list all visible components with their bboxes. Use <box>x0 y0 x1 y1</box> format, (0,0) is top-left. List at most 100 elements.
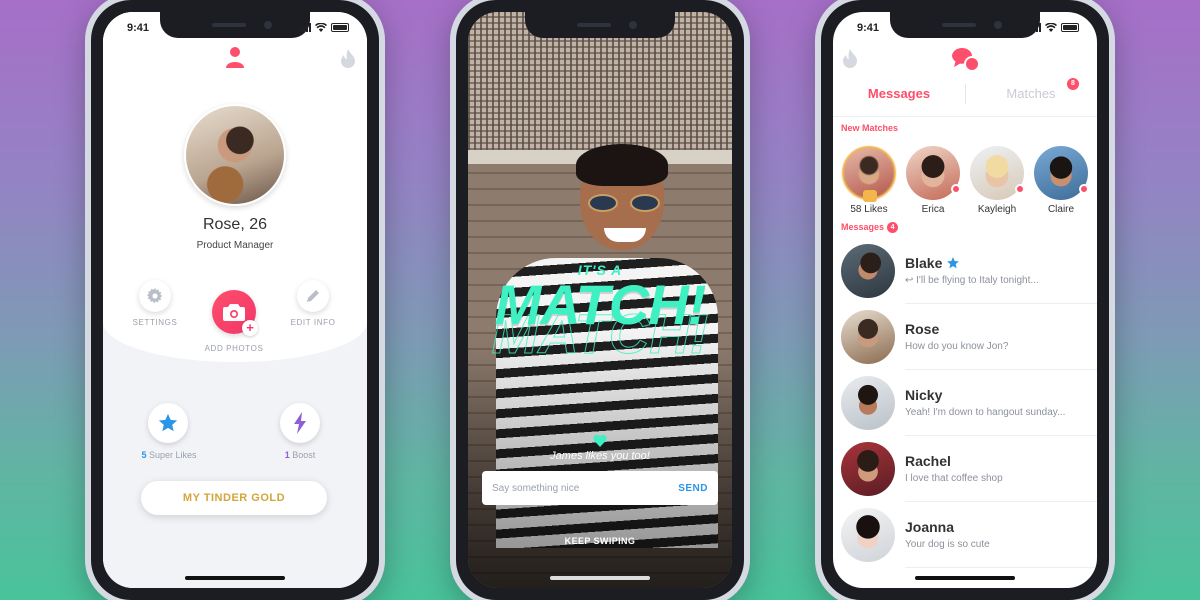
boost-text: 1 Boost <box>270 450 330 460</box>
conversation-row[interactable]: Joanna Your dog is so cute <box>833 502 1097 568</box>
status-time: 9:41 <box>857 22 880 34</box>
conversation-name: Rachel <box>905 453 951 469</box>
message-input[interactable] <box>492 482 679 494</box>
avatar <box>841 244 895 298</box>
phone-bezel: 9:41 Messages Matches 8 New Matches 58 L… <box>821 0 1109 600</box>
conversation-name: Rose <box>905 321 940 337</box>
gold-heart-icon <box>863 190 877 202</box>
send-button[interactable]: SEND <box>678 483 708 494</box>
flame-icon[interactable] <box>841 48 859 68</box>
phone-profile: 9:41 Rose, 26 Product Manager SETTINGS +… <box>85 0 385 600</box>
messages-heading-label: Messages <box>841 222 885 232</box>
bolt-icon <box>294 412 306 434</box>
new-match-label: Kayleigh <box>977 204 1017 215</box>
profile-avatar[interactable] <box>184 104 286 206</box>
new-matches-heading: New Matches <box>841 123 899 133</box>
settings-button[interactable] <box>139 280 171 312</box>
tab-bar: Messages Matches 8 <box>833 78 1097 116</box>
conversation-row[interactable]: Rose How do you know Jon? <box>833 304 1097 370</box>
super-likes-label: Super Likes <box>149 450 197 460</box>
boost-label: Boost <box>292 450 316 460</box>
new-match-item[interactable]: Erica <box>905 146 961 222</box>
tinder-gold-button[interactable]: MY TINDER GOLD <box>141 481 327 515</box>
unread-dot <box>1015 184 1025 194</box>
phone-messages: 9:41 Messages Matches 8 New Matches 58 L… <box>815 0 1115 600</box>
profile-icon[interactable] <box>225 46 245 68</box>
messages-badge: 4 <box>887 222 899 234</box>
messages-screen: 9:41 Messages Matches 8 New Matches 58 L… <box>833 12 1097 588</box>
home-indicator <box>550 576 650 580</box>
notch <box>890 12 1040 38</box>
pencil-icon <box>307 290 319 302</box>
conversation-preview: How do you know Jon? <box>905 341 1009 352</box>
flame-icon[interactable] <box>339 48 357 68</box>
new-match-label: Claire <box>1047 204 1075 215</box>
edit-info-label: EDIT INFO <box>290 318 336 327</box>
wifi-icon <box>315 23 327 32</box>
new-match-item[interactable]: Claire <box>1033 146 1089 222</box>
plus-icon: + <box>242 320 258 336</box>
likes-you-too-text: James likes you too! <box>550 450 650 462</box>
notch <box>525 12 675 38</box>
conversation-row[interactable]: Nicky Yeah! I'm down to hangout sunday..… <box>833 370 1097 436</box>
battery-icon <box>331 23 349 32</box>
profile-job: Product Manager <box>196 240 274 251</box>
new-matches-row: 58 Likes Erica Kayleigh Claire <box>841 146 1097 222</box>
signal-icon <box>300 23 311 32</box>
phone-match: IT'S A MATCH! MATCH! James likes you too… <box>450 0 750 600</box>
unread-dot <box>1079 184 1089 194</box>
super-likes-button[interactable] <box>148 403 188 443</box>
message-box: SEND <box>482 471 718 505</box>
tab-matches-label: Matches <box>1006 86 1056 101</box>
avatar <box>841 310 895 364</box>
conversation-preview: Your dog is so cute <box>905 539 990 550</box>
settings-label: SETTINGS <box>132 318 178 327</box>
gear-icon <box>147 288 163 304</box>
conversation-name: Joanna <box>905 519 955 535</box>
tab-messages[interactable]: Messages <box>833 82 965 116</box>
boost-count: 1 <box>284 450 290 460</box>
add-photos-button[interactable]: + <box>212 290 258 336</box>
boost-button[interactable] <box>280 403 320 443</box>
status-bar: 9:41 <box>103 22 367 38</box>
chat-bubbles-icon[interactable] <box>950 46 980 72</box>
unread-dot <box>951 184 961 194</box>
avatar <box>841 508 895 562</box>
profile-name-age: Rose, 26 <box>202 216 268 233</box>
status-time: 9:41 <box>127 22 150 34</box>
phone-bezel: IT'S A MATCH! MATCH! James likes you too… <box>456 0 744 600</box>
conversation-preview: I love that coffee shop <box>905 473 1003 484</box>
battery-icon <box>1061 23 1079 32</box>
wifi-icon <box>1045 23 1057 32</box>
keep-swiping-button[interactable]: KEEP SWIPING <box>468 536 732 546</box>
conversation-preview: ↩ I'll be flying to Italy tonight... <box>905 275 1039 286</box>
conversation-row[interactable]: Blake ↩ I'll be flying to Italy tonight.… <box>833 238 1097 304</box>
conversation-list: Blake ↩ I'll be flying to Italy tonight.… <box>833 238 1097 568</box>
home-indicator <box>915 576 1015 580</box>
home-indicator <box>185 576 285 580</box>
add-photos-label: ADD PHOTOS <box>204 344 264 353</box>
edit-info-button[interactable] <box>297 280 329 312</box>
avatar <box>841 376 895 430</box>
match-screen: IT'S A MATCH! MATCH! James likes you too… <box>468 12 732 588</box>
profile-screen: 9:41 Rose, 26 Product Manager SETTINGS +… <box>103 12 367 588</box>
conversation-preview: Yeah! I'm down to hangout sunday... <box>905 407 1066 418</box>
conversation-row[interactable]: Rachel I love that coffee shop <box>833 436 1097 502</box>
new-match-likes[interactable]: 58 Likes <box>841 146 897 222</box>
heart-icon <box>593 434 607 447</box>
conversation-name: Nicky <box>905 387 943 403</box>
avatar <box>841 442 895 496</box>
matches-badge: 8 <box>1067 78 1079 90</box>
tab-underline <box>833 116 1097 117</box>
tab-matches[interactable]: Matches 8 <box>965 78 1097 116</box>
super-likes-text: 5 Super Likes <box>133 450 205 460</box>
phone-bezel: 9:41 Rose, 26 Product Manager SETTINGS +… <box>91 0 379 600</box>
conversation-name: Blake <box>905 255 943 271</box>
messages-heading: Messages 4 <box>841 222 899 234</box>
new-match-label: 58 Likes <box>850 204 888 215</box>
new-match-item[interactable]: Kayleigh <box>969 146 1025 222</box>
tab-divider <box>965 84 966 104</box>
star-icon <box>158 413 178 432</box>
match-title: IT'S A MATCH! MATCH! <box>468 262 732 362</box>
camera-icon <box>223 304 245 321</box>
